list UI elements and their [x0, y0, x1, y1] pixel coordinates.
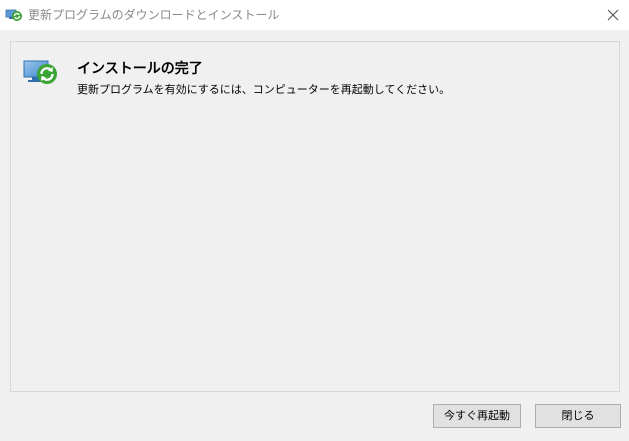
- update-complete-icon: [23, 58, 59, 86]
- close-icon: [607, 6, 619, 25]
- content-panel: インストールの完了 更新プログラムを有効にするには、コンピューターを再起動してく…: [10, 41, 620, 392]
- title-bar: 更新プログラムのダウンロードとインストール: [0, 0, 629, 30]
- close-button[interactable]: 閉じる: [535, 404, 621, 428]
- window-title: 更新プログラムのダウンロードとインストール: [28, 8, 280, 22]
- windows-update-icon: [5, 6, 23, 24]
- restart-now-button[interactable]: 今すぐ再起動: [433, 404, 521, 428]
- close-window-button[interactable]: [597, 0, 629, 30]
- update-dialog-window: 更新プログラムのダウンロードとインストール インストールの完了 更新プログラムを…: [0, 0, 629, 441]
- status-heading: インストールの完了: [77, 61, 203, 77]
- status-message: 更新プログラムを有効にするには、コンピューターを再起動してください。: [77, 83, 451, 96]
